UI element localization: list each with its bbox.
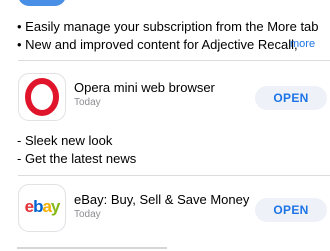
app-name: eBay: Buy, Sell & Save Money <box>74 192 250 207</box>
app-row-ebay[interactable]: ebay eBay: Buy, Sell & Save Money Today … <box>0 176 330 242</box>
ebay-icon: ebay <box>18 184 66 232</box>
release-note-line: • Easily manage your subscription from t… <box>17 19 319 34</box>
open-button[interactable]: OPEN <box>255 198 327 222</box>
clipped-note-line <box>17 245 177 251</box>
app-date: Today <box>74 209 101 220</box>
release-note-line: - Sleek new look <box>17 133 113 148</box>
app-row-opera[interactable]: Opera mini web browser Today OPEN <box>0 61 330 127</box>
release-note-line: - Get the latest news <box>17 151 137 166</box>
opera-logo-icon <box>25 78 59 116</box>
release-note-line: • New and improved content for Adjective… <box>17 37 298 52</box>
previous-app-icon-edge <box>18 0 66 6</box>
app-date: Today <box>74 97 101 108</box>
app-name: Opera mini web browser <box>74 80 215 95</box>
more-link[interactable]: more <box>290 38 315 50</box>
opera-icon <box>18 73 66 121</box>
ebay-logo-icon: ebay <box>24 197 61 216</box>
open-button[interactable]: OPEN <box>255 86 327 110</box>
